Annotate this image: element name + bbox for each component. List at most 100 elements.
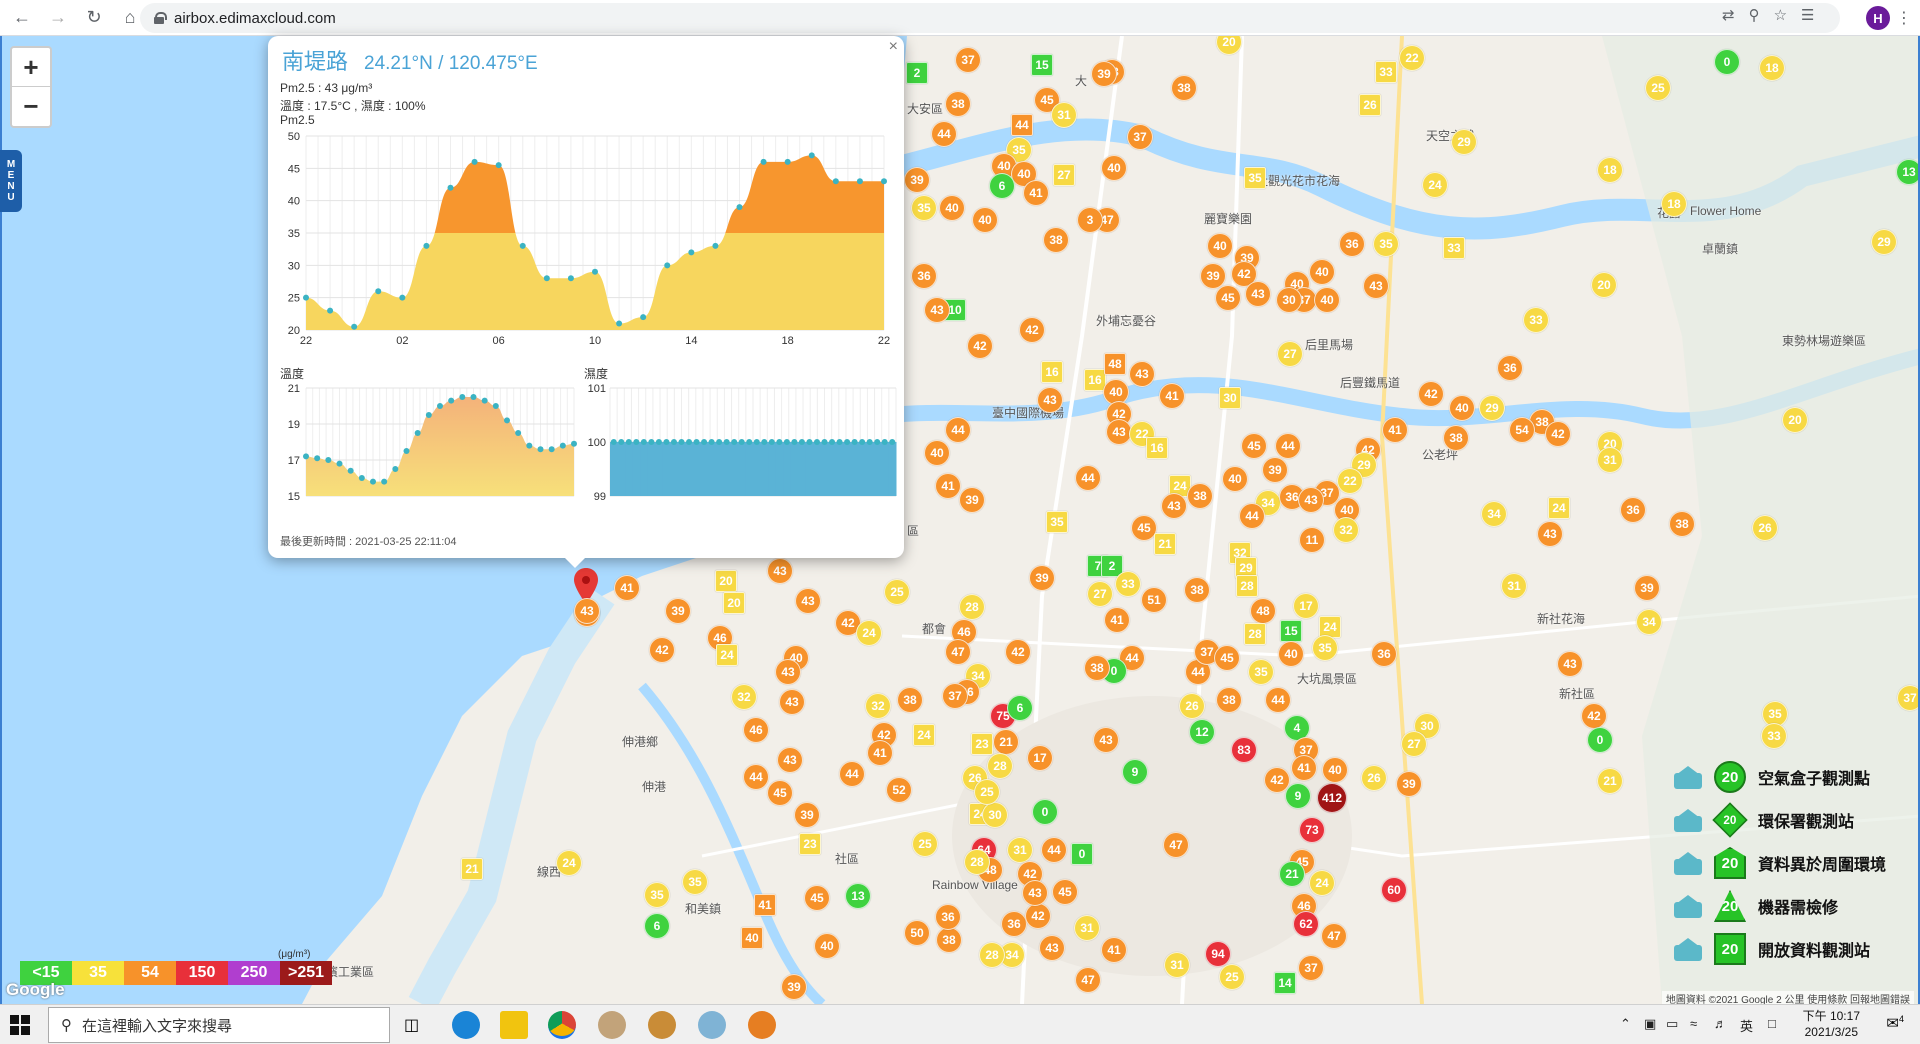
station-marker[interactable]: 412 [1317, 783, 1347, 813]
station-marker[interactable]: 43 [767, 558, 793, 584]
station-marker[interactable]: 24 [1422, 172, 1448, 198]
station-marker[interactable]: 42 [1418, 381, 1444, 407]
station-marker[interactable]: 0 [1587, 727, 1613, 753]
station-marker[interactable]: 20 [715, 570, 737, 592]
station-marker[interactable]: 38 [1043, 227, 1069, 253]
zoom-out-button[interactable]: − [12, 87, 50, 126]
popup-close-button[interactable]: × [889, 38, 898, 56]
station-marker[interactable]: 39 [959, 487, 985, 513]
station-marker[interactable]: 51 [1141, 587, 1167, 613]
app-icon-clock[interactable] [598, 1011, 626, 1039]
ime-indicator[interactable]: 英 [1740, 1016, 1753, 1035]
station-marker[interactable]: 34 [1636, 609, 1662, 635]
station-marker[interactable]: 36 [1001, 911, 1027, 937]
station-marker[interactable]: 0 [1032, 799, 1058, 825]
station-marker[interactable]: 73 [1299, 817, 1325, 843]
station-marker[interactable]: 25 [1219, 964, 1245, 990]
station-marker[interactable]: 38 [1171, 75, 1197, 101]
station-marker[interactable]: 42 [1019, 317, 1045, 343]
station-marker[interactable]: 40 [741, 927, 763, 949]
station-marker[interactable]: 29 [1479, 395, 1505, 421]
station-marker[interactable]: 40 [1322, 757, 1348, 783]
station-marker[interactable]: 27 [1053, 164, 1075, 186]
station-marker[interactable]: 35 [1312, 635, 1338, 661]
station-marker[interactable]: 17 [1293, 593, 1319, 619]
station-marker[interactable]: 21 [1279, 861, 1305, 887]
station-marker[interactable]: 21 [993, 729, 1019, 755]
zoom-icon[interactable]: ⚲ [1749, 6, 1760, 24]
station-marker[interactable]: 42 [649, 637, 675, 663]
station-marker[interactable]: 47 [945, 639, 971, 665]
station-marker[interactable]: 36 [935, 904, 961, 930]
station-marker[interactable]: 24 [716, 644, 738, 666]
station-marker[interactable]: 43 [775, 659, 801, 685]
station-marker[interactable]: 44 [743, 764, 769, 790]
file-explorer-icon[interactable] [500, 1011, 528, 1039]
station-marker[interactable]: 35 [682, 869, 708, 895]
station-marker[interactable]: 20 [1782, 407, 1808, 433]
station-marker[interactable]: 23 [799, 833, 821, 855]
station-marker[interactable]: 25 [1645, 75, 1671, 101]
station-marker[interactable]: 41 [1023, 180, 1049, 206]
station-marker[interactable]: 35 [1373, 231, 1399, 257]
station-marker[interactable]: 40 [1101, 155, 1127, 181]
station-marker[interactable]: 33 [1523, 307, 1549, 333]
station-marker[interactable]: 24 [1548, 497, 1570, 519]
station-marker[interactable]: 31 [1074, 915, 1100, 941]
station-marker[interactable]: 43 [1037, 387, 1063, 413]
station-marker[interactable]: 16 [1041, 361, 1063, 383]
station-marker[interactable]: 43 [1557, 651, 1583, 677]
station-marker[interactable]: 39 [1396, 771, 1422, 797]
station-marker[interactable]: 45 [767, 780, 793, 806]
station-marker[interactable]: 18 [1661, 191, 1687, 217]
app-icon-diagram[interactable] [698, 1011, 726, 1039]
tray-wifi-icon[interactable]: ≈ [1690, 1016, 1697, 1031]
station-marker[interactable]: 14 [1274, 972, 1296, 994]
station-marker[interactable]: 44 [839, 761, 865, 787]
station-marker[interactable]: 6 [1007, 695, 1033, 721]
station-marker[interactable]: 48 [1104, 353, 1126, 375]
station-marker[interactable]: 37 [1897, 685, 1918, 711]
selected-station-marker[interactable]: 3743 [574, 598, 600, 624]
station-marker[interactable]: 26 [1361, 765, 1387, 791]
station-marker[interactable]: 28 [1244, 623, 1266, 645]
tray-network-icon[interactable]: ▣ [1644, 1016, 1656, 1032]
google-logo[interactable]: Google [6, 980, 65, 1000]
station-marker[interactable]: 23 [971, 733, 993, 755]
station-marker[interactable]: 42 [967, 333, 993, 359]
station-marker[interactable]: 32 [731, 684, 757, 710]
station-marker[interactable]: 31 [1051, 102, 1077, 128]
station-marker[interactable]: 36 [1339, 231, 1365, 257]
edge-icon[interactable] [452, 1011, 480, 1039]
station-marker[interactable]: 43 [1093, 727, 1119, 753]
address-bar[interactable]: airbox.edimaxcloud.com [140, 3, 1840, 33]
station-marker[interactable]: 35 [1248, 659, 1274, 685]
station-marker[interactable]: 43 [1039, 935, 1065, 961]
station-marker[interactable]: 41 [1104, 607, 1130, 633]
station-marker[interactable]: 39 [794, 802, 820, 828]
station-marker[interactable]: 21 [1597, 768, 1623, 794]
station-marker[interactable]: 40 [1309, 259, 1335, 285]
station-marker[interactable]: 12 [1189, 719, 1215, 745]
station-marker[interactable]: 46 [743, 717, 769, 743]
station-marker[interactable]: 37 [1127, 124, 1153, 150]
station-marker[interactable]: 9 [1285, 783, 1311, 809]
station-marker[interactable]: 38 [1443, 425, 1469, 451]
station-marker[interactable]: 30 [1276, 287, 1302, 313]
station-marker[interactable]: 24 [856, 620, 882, 646]
station-marker[interactable]: 36 [1620, 497, 1646, 523]
station-marker[interactable]: 28 [1236, 575, 1258, 597]
station-marker[interactable]: 31 [1597, 447, 1623, 473]
station-marker[interactable]: 44 [1041, 837, 1067, 863]
station-marker[interactable]: 44 [1239, 503, 1265, 529]
station-marker[interactable]: 29 [1871, 229, 1897, 255]
station-marker[interactable]: 26 [1179, 693, 1205, 719]
station-marker[interactable]: 31 [1501, 573, 1527, 599]
blender-icon[interactable] [748, 1011, 776, 1039]
station-marker[interactable]: 39 [904, 167, 930, 193]
tray-keyboard-icon[interactable]: □ [1768, 1016, 1776, 1031]
zoom-in-button[interactable]: + [12, 48, 50, 87]
station-marker[interactable]: 3 [1077, 207, 1103, 233]
station-marker[interactable]: 54 [1509, 417, 1535, 443]
reading-list-icon[interactable]: ☰ [1801, 6, 1814, 24]
